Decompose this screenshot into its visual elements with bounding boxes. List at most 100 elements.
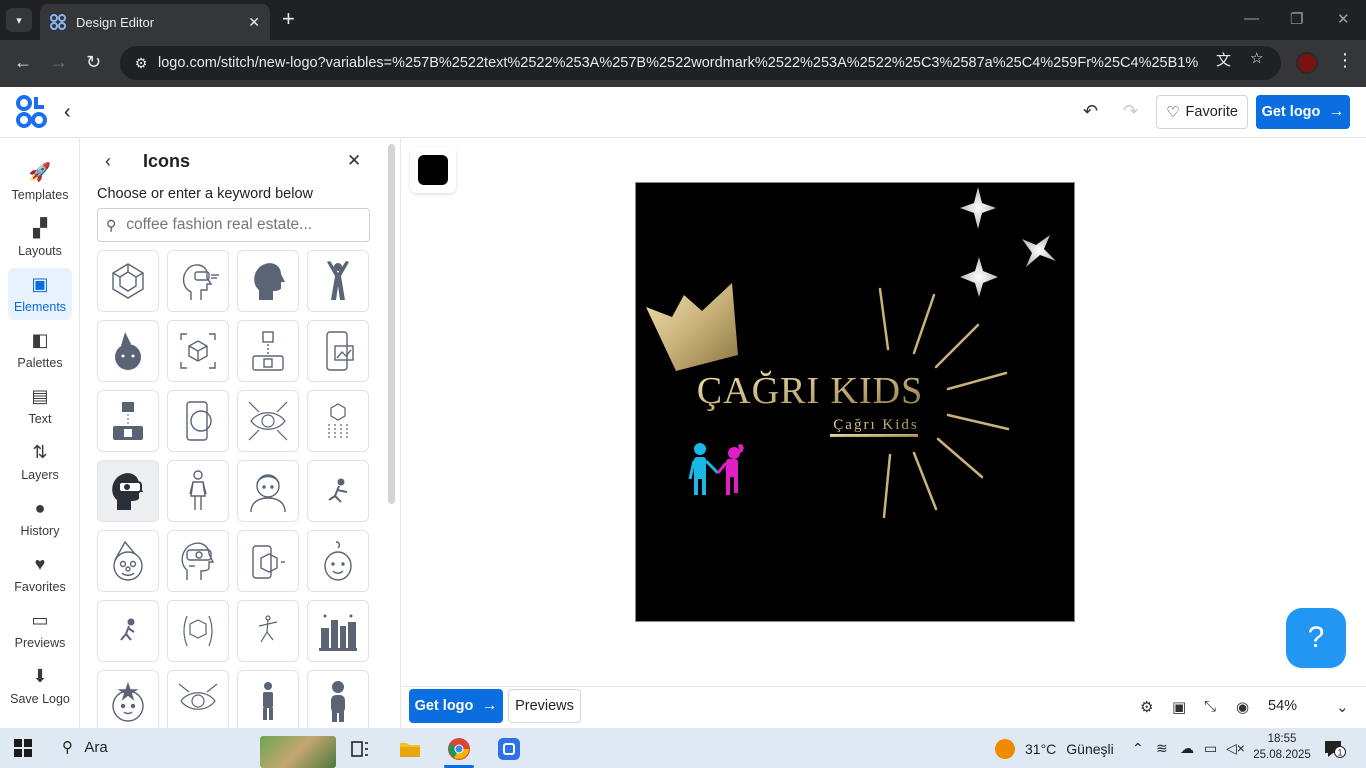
panel-scrollbar[interactable] [388,144,395,504]
chevron-down-icon[interactable]: ⌄ [1336,698,1349,716]
browser-tab[interactable]: Design Editor ✕ [40,4,270,40]
woman-standing-icon [189,470,207,510]
sidebar-item-save-logo[interactable]: ⬇ Save Logo [8,660,72,712]
get-logo-button[interactable]: Get logo → [1256,95,1350,129]
fit-screen-icon[interactable]: ⤡ [1204,698,1216,715]
icon-tile-face-scan[interactable] [167,600,229,662]
icon-tile-vr-face[interactable] [167,530,229,592]
icon-tile-vr-head-filled[interactable] [97,460,159,522]
previews-button[interactable]: Previews [508,689,581,723]
person-filled-icon [331,681,345,722]
back-arrow-icon[interactable]: ← [14,52,32,72]
site-info-icon[interactable]: ⚙ [130,52,152,74]
search-highlight-widget[interactable] [260,736,336,768]
icon-tile-dancer[interactable] [237,600,299,662]
tray-chevron-up-icon[interactable]: ⌃ [1132,740,1144,757]
sidebar-item-history[interactable]: ● History [8,492,72,544]
icon-tile-hologram-device[interactable] [237,320,299,382]
icon-tile-person-arms-up[interactable] [307,250,369,312]
url-text: logo.com/stitch/new-logo?variables=%257B… [158,55,1198,71]
taskbar-search[interactable]: ⚲ Ara [62,738,108,756]
get-logo-button-bottom[interactable]: Get logo → [409,689,503,723]
sidebar-item-favorites[interactable]: ♥ Favorites [8,548,72,600]
windows-start-icon[interactable] [14,739,32,757]
icon-tile-cube-network[interactable] [97,250,159,312]
icon-tile-robot-device[interactable] [97,390,159,452]
icon-tile-man-standing[interactable] [237,670,299,728]
icon-tile-baby-star[interactable] [97,670,159,728]
file-explorer-icon[interactable] [398,737,422,761]
close-window-icon[interactable]: ✕ [1337,10,1350,28]
panel-close-icon[interactable]: ✕ [347,151,361,171]
weather-widget[interactable]: 31°C Güneşli [995,739,1114,759]
icon-tile-runner[interactable] [97,600,159,662]
close-tab-icon[interactable]: ✕ [248,14,260,31]
icon-tile-baby-party[interactable] [97,320,159,382]
icon-tile-ar-cube[interactable] [167,320,229,382]
new-tab-button[interactable]: + [282,8,295,30]
icon-tile-cube-beam[interactable] [307,390,369,452]
icon-tile-head-silhouette[interactable] [237,250,299,312]
translate-icon[interactable]: 文 [1216,49,1231,70]
panel-back-icon[interactable]: ‹ [105,151,111,172]
restore-icon[interactable]: ❐ [1290,10,1303,28]
icon-search-input[interactable] [126,216,347,234]
icon-tile-clown[interactable] [97,530,159,592]
battery-icon[interactable]: ▭ [1204,740,1217,757]
back-chevron-icon[interactable]: ‹ [64,101,71,124]
notification-icon[interactable]: 1 [1324,740,1346,758]
sidebar-item-previews[interactable]: ▭ Previews [8,604,72,656]
app-launcher-icon[interactable] [497,737,521,761]
sidebar-item-templates[interactable]: 🚀 Templates [8,156,72,208]
redo-icon[interactable]: ↷ [1123,101,1138,122]
logo-wordmark[interactable]: ÇAĞRI KIDS [697,370,923,412]
icon-tile-eye-network[interactable] [167,670,229,728]
cloud-icon[interactable]: ☁ [1180,740,1194,757]
favorite-button[interactable]: ♡ Favorite [1156,95,1248,129]
address-bar[interactable]: ⚙ logo.com/stitch/new-logo?variables=%25… [120,46,1281,80]
sidebar-item-layers[interactable]: ⇅ Layers [8,436,72,488]
logo-tagline[interactable]: Çağrı Kids [833,417,918,433]
sidebar-item-label: Palettes [17,356,63,370]
icon-tile-phone-photo[interactable] [307,320,369,382]
wifi-icon[interactable]: ≋ [1156,740,1168,757]
sidebar-item-text[interactable]: ▤ Text [8,380,72,432]
icon-tile-eye-tech[interactable] [237,390,299,452]
settings-gear-icon[interactable]: ⚙ [1140,698,1153,716]
logo-artboard[interactable]: ÇAĞRI KIDS Çağrı Kids [635,182,1075,622]
icon-tile-phone-ar[interactable] [237,530,299,592]
chrome-icon[interactable] [447,737,471,761]
icon-tile-phone-ring[interactable] [167,390,229,452]
reload-icon[interactable]: ↻ [86,52,101,72]
get-logo-label: Get logo [414,698,474,714]
volume-muted-icon[interactable]: ◁× [1226,740,1245,757]
bookmark-star-icon[interactable]: ☆ [1250,49,1263,67]
minimize-icon[interactable]: — [1244,10,1259,27]
logo-com-brand-icon[interactable] [16,95,48,129]
forward-arrow-icon[interactable]: → [50,52,68,72]
icon-tile-city-skyline[interactable] [307,600,369,662]
sidebar-item-layouts[interactable]: ▞ Layouts [8,212,72,264]
arrow-right-icon: → [481,697,498,714]
eye-icon[interactable]: ◉ [1236,698,1249,716]
terminal-icon[interactable]: ▣ [1172,698,1186,716]
browser-menu-icon[interactable]: ⋮ [1336,50,1354,71]
icon-tile-boy-avatar[interactable] [237,460,299,522]
sidebar-item-palettes[interactable]: ◧ Palettes [8,324,72,376]
tab-list-button[interactable]: ▾ [6,8,32,32]
taskbar-clock[interactable]: 18:55 25.08.2025 [1252,731,1312,763]
icon-tile-vr-head[interactable] [167,250,229,312]
undo-icon[interactable]: ↶ [1083,101,1098,122]
icon-search-box[interactable]: ⚲ [97,208,370,242]
icon-tile-woman-standing[interactable] [167,460,229,522]
weather-text: Güneşli [1066,741,1114,757]
background-color-picker[interactable] [410,147,456,193]
icon-tile-egg-face[interactable] [307,530,369,592]
sun-icon [995,739,1015,759]
icon-tile-person-filled[interactable] [307,670,369,728]
help-button[interactable]: ? [1286,608,1346,668]
task-view-icon[interactable] [348,737,372,761]
icon-tile-kicking-figure[interactable] [307,460,369,522]
profile-avatar[interactable] [1296,52,1318,74]
sidebar-item-elements[interactable]: ▣ Elements [8,268,72,320]
